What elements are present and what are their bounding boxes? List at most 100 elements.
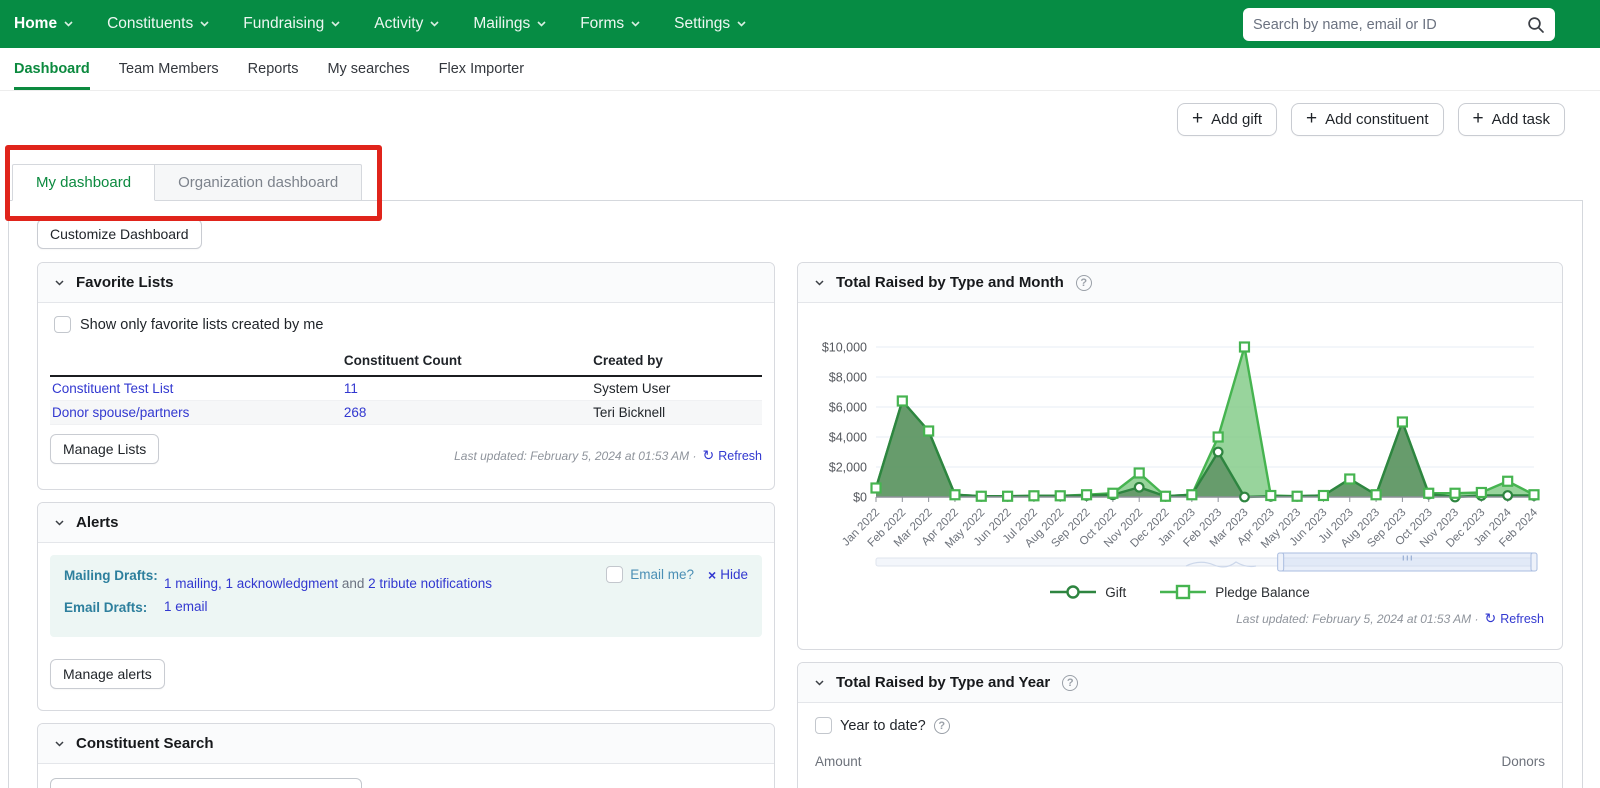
refresh-icon: ↻ bbox=[702, 447, 715, 463]
tab-my-dashboard[interactable]: My dashboard bbox=[12, 164, 156, 201]
refresh-link[interactable]: ↻ Refresh bbox=[702, 447, 762, 464]
total-raised-year-panel: Total Raised by Type and Year ? Year to … bbox=[797, 662, 1563, 788]
nav-item-forms[interactable]: Forms bbox=[580, 15, 640, 33]
favorites-filter-checkbox[interactable] bbox=[54, 316, 71, 333]
table-row: Donor spouse/partners 268 Teri Bicknell bbox=[50, 400, 762, 425]
add-task-label: Add task bbox=[1491, 111, 1550, 128]
plus-icon: + bbox=[1192, 108, 1204, 129]
help-icon[interactable]: ? bbox=[1075, 274, 1092, 291]
total-raised-year-header: Total Raised by Type and Year ? bbox=[798, 663, 1562, 703]
nav-item-settings[interactable]: Settings bbox=[674, 15, 746, 33]
manage-alerts-button[interactable]: Manage alerts bbox=[50, 659, 165, 689]
donors-column-label: Donors bbox=[1501, 754, 1545, 769]
legend-label: Gift bbox=[1105, 584, 1127, 600]
subnav-item-team-members[interactable]: Team Members bbox=[119, 48, 219, 90]
panel-title: Constituent Search bbox=[76, 735, 214, 752]
tab-organization-dashboard[interactable]: Organization dashboard bbox=[155, 164, 363, 201]
and-text: and bbox=[338, 576, 369, 591]
collapse-chevron-icon[interactable] bbox=[55, 740, 64, 747]
panel-title: Alerts bbox=[76, 514, 119, 531]
email-me-checkbox[interactable] bbox=[606, 566, 624, 583]
svg-text:$8,000: $8,000 bbox=[829, 371, 867, 385]
nav-item-fundraising[interactable]: Fundraising bbox=[243, 15, 340, 33]
help-icon[interactable]: ? bbox=[933, 717, 950, 734]
search-icon[interactable] bbox=[1527, 16, 1545, 34]
collapse-chevron-icon[interactable] bbox=[55, 519, 64, 526]
col-header-created-by: Created by bbox=[591, 348, 762, 377]
quick-actions: + Add gift + Add constituent + Add task bbox=[1177, 103, 1565, 136]
svg-text:$0: $0 bbox=[853, 491, 867, 505]
constituent-search-panel: Constituent Search bbox=[37, 723, 775, 788]
mailing-drafts-label: Mailing Drafts: bbox=[64, 568, 158, 583]
add-gift-button[interactable]: + Add gift bbox=[1177, 103, 1277, 136]
chevron-down-icon bbox=[200, 21, 209, 27]
nav-item-activity[interactable]: Activity bbox=[374, 15, 439, 33]
amount-column-label: Amount bbox=[815, 754, 862, 769]
list-count-link[interactable]: 268 bbox=[344, 405, 367, 420]
nav-item-constituents[interactable]: Constituents bbox=[107, 15, 209, 33]
last-updated-text: Last updated: February 5, 2024 at 01:53 … bbox=[1236, 611, 1479, 626]
tribute-notifications-link[interactable]: 2 tribute notifications bbox=[368, 576, 492, 591]
svg-text:$2,000: $2,000 bbox=[829, 461, 867, 475]
add-task-button[interactable]: + Add task bbox=[1457, 103, 1565, 136]
legend-item-pledge-balance[interactable]: Pledge Balance bbox=[1160, 584, 1310, 600]
subnav-item-flex-importer[interactable]: Flex Importer bbox=[439, 48, 524, 90]
refresh-link[interactable]: ↻ Refresh bbox=[1484, 610, 1544, 627]
list-link[interactable]: Donor spouse/partners bbox=[52, 405, 189, 420]
email-drafts-link[interactable]: 1 email bbox=[164, 599, 208, 614]
panel-title: Total Raised by Type and Year bbox=[836, 674, 1051, 691]
collapse-chevron-icon[interactable] bbox=[815, 679, 824, 686]
customize-dashboard-button[interactable]: Customize Dashboard bbox=[37, 219, 202, 249]
collapse-chevron-icon[interactable] bbox=[815, 279, 824, 286]
hide-label: Hide bbox=[720, 567, 748, 582]
manage-lists-button[interactable]: Manage Lists bbox=[50, 434, 160, 464]
col-header-count: Constituent Count bbox=[341, 348, 592, 377]
add-gift-label: Add gift bbox=[1211, 111, 1262, 128]
subnav-item-my-searches[interactable]: My searches bbox=[327, 48, 409, 90]
last-updated-text: Last updated: February 5, 2024 at 01:53 … bbox=[454, 448, 697, 463]
nav-item-settings-label: Settings bbox=[674, 15, 731, 32]
add-constituent-button[interactable]: + Add constituent bbox=[1291, 103, 1444, 136]
chevron-down-icon bbox=[631, 21, 640, 27]
legend-label: Pledge Balance bbox=[1215, 584, 1310, 600]
year-to-date-label: Year to date? bbox=[840, 717, 926, 734]
nav-item-constituents-label: Constituents bbox=[107, 15, 194, 32]
email-me-control: Email me? bbox=[606, 566, 694, 583]
search-input[interactable] bbox=[1253, 16, 1527, 33]
refresh-label: Refresh bbox=[1500, 611, 1544, 626]
nav-item-home[interactable]: Home bbox=[14, 15, 73, 33]
alerts-panel: Alerts Mailing Drafts: 1 mailing, 1 ackn… bbox=[37, 502, 775, 711]
favorites-filter-label: Show only favorite lists created by me bbox=[80, 316, 324, 333]
global-search bbox=[1243, 8, 1555, 41]
mailing-drafts-link[interactable]: 1 mailing, 1 acknowledgment bbox=[164, 576, 338, 591]
nav-item-mailings-label: Mailings bbox=[473, 15, 531, 32]
plus-icon: + bbox=[1306, 108, 1318, 129]
chevron-down-icon bbox=[64, 21, 73, 27]
raised-by-month-chart[interactable]: $0$2,000$4,000$6,000$8,000$10,000Jan 202… bbox=[806, 305, 1554, 577]
hide-alerts-link[interactable]: × Hide bbox=[708, 567, 748, 583]
created-by-value: System User bbox=[591, 376, 762, 401]
refresh-label: Refresh bbox=[718, 448, 762, 463]
help-icon[interactable]: ? bbox=[1062, 674, 1079, 691]
constituent-search-header: Constituent Search bbox=[38, 724, 774, 764]
list-link[interactable]: Constituent Test List bbox=[52, 381, 173, 396]
add-constituent-label: Add constituent bbox=[1325, 111, 1429, 128]
collapse-chevron-icon[interactable] bbox=[55, 279, 64, 286]
list-count-link[interactable]: 11 bbox=[344, 381, 358, 396]
favorite-lists-header: Favorite Lists bbox=[38, 263, 774, 303]
table-row: Constituent Test List 11 System User bbox=[50, 376, 762, 401]
subnav-item-dashboard[interactable]: Dashboard bbox=[14, 48, 90, 90]
svg-text:$10,000: $10,000 bbox=[822, 341, 867, 355]
year-to-date-checkbox[interactable] bbox=[815, 717, 832, 734]
nav-item-home-label: Home bbox=[14, 15, 58, 32]
plus-icon: + bbox=[1472, 108, 1484, 129]
secondary-nav: Dashboard Team Members Reports My search… bbox=[0, 48, 1600, 91]
email-me-label: Email me? bbox=[630, 567, 695, 582]
created-by-value: Teri Bicknell bbox=[591, 400, 762, 425]
constituent-search-input[interactable] bbox=[50, 778, 362, 788]
right-column: Total Raised by Type and Month ? $0 $2,00… bbox=[797, 262, 1563, 788]
nav-item-forms-label: Forms bbox=[580, 15, 625, 32]
subnav-item-reports[interactable]: Reports bbox=[248, 48, 299, 90]
legend-item-gift[interactable]: Gift bbox=[1050, 584, 1126, 600]
nav-item-mailings[interactable]: Mailings bbox=[473, 15, 546, 33]
